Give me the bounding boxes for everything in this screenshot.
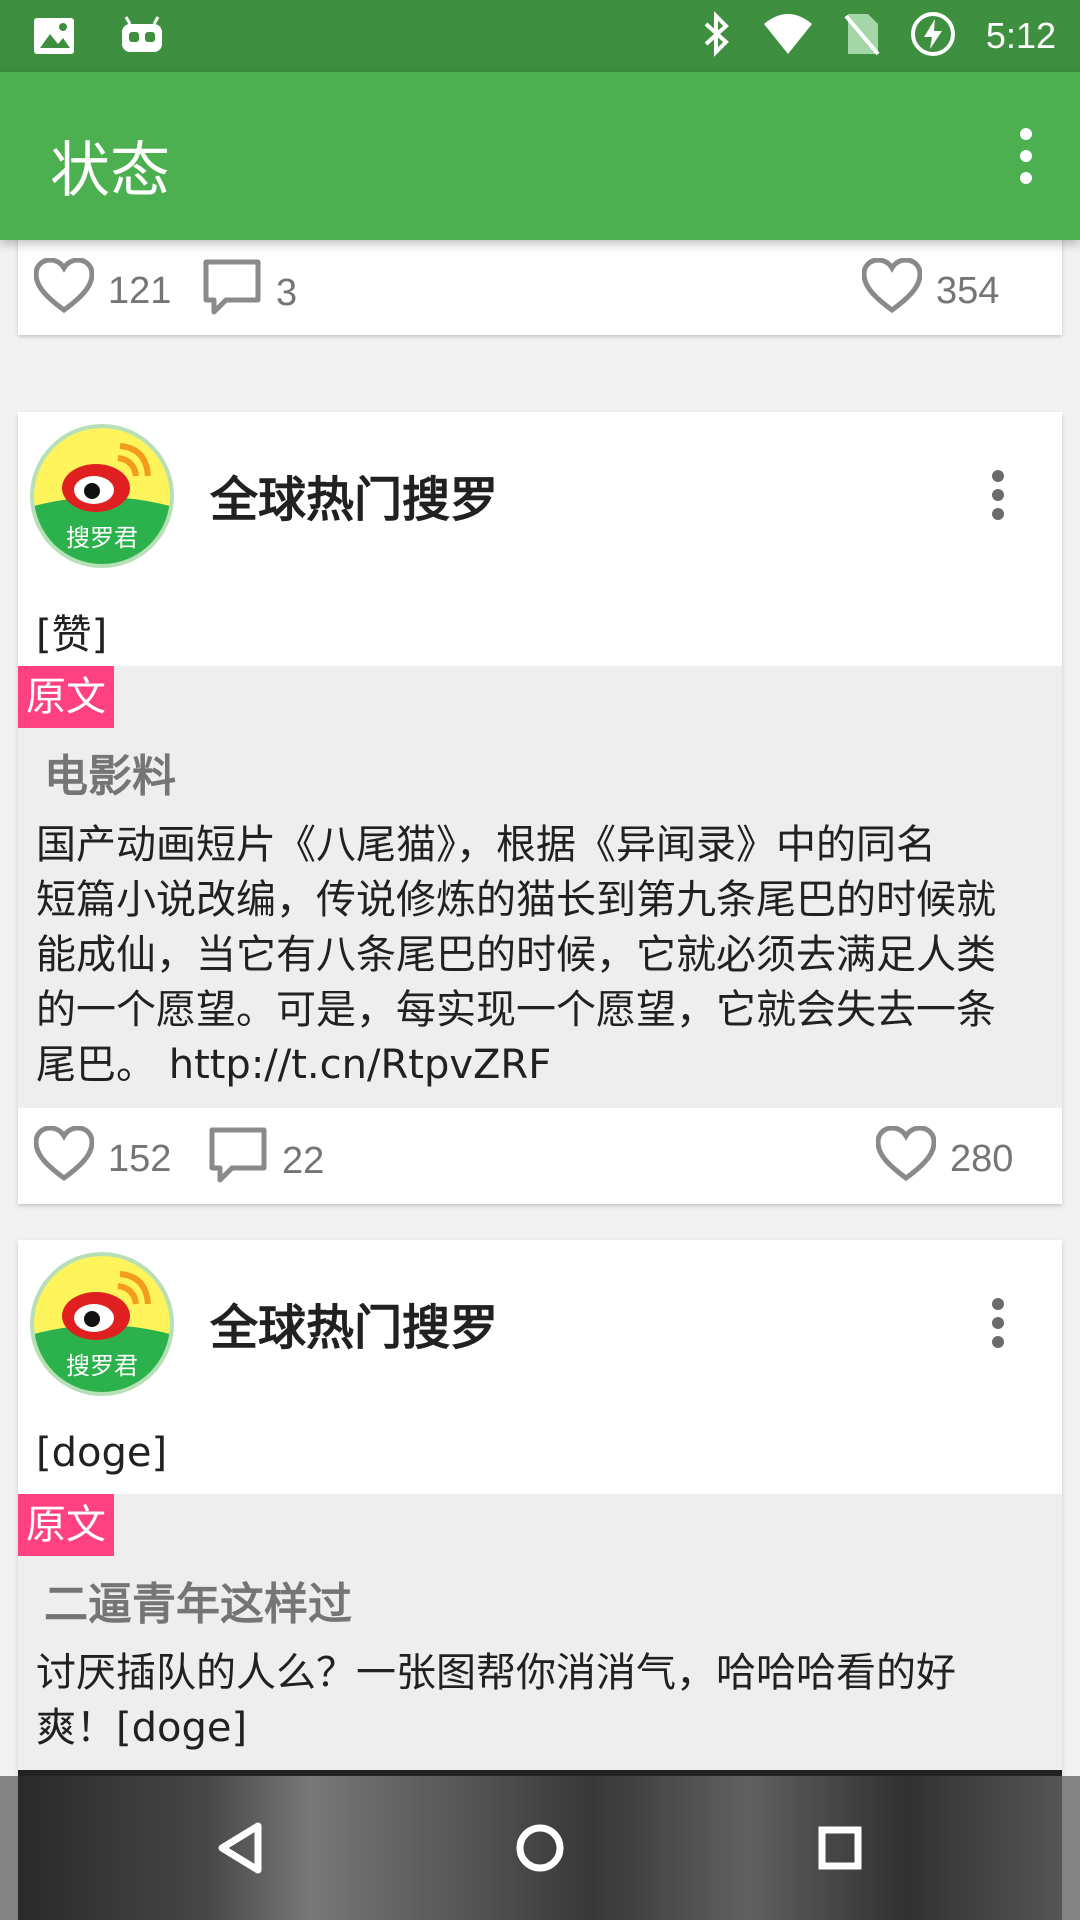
comment-icon <box>208 1126 268 1196</box>
post-text: [doge] <box>36 1430 168 1476</box>
more-vert-icon[interactable] <box>990 470 1006 520</box>
like-button[interactable]: 121 <box>33 257 172 324</box>
heart-icon <box>33 1125 95 1192</box>
quote-text: 讨厌插队的人么？一张图帮你消消气，哈哈哈看的好 爽！[doge] <box>36 1646 1046 1756</box>
avatar-label: 搜罗君 <box>66 1352 138 1380</box>
author-name[interactable]: 全球热门搜罗 <box>210 1288 498 1358</box>
home-icon[interactable] <box>504 1812 576 1884</box>
recents-icon[interactable] <box>804 1812 876 1884</box>
image-icon <box>32 14 76 62</box>
no-sim-icon <box>844 12 880 60</box>
original-badge: 原文 <box>18 1494 114 1556</box>
wifi-icon <box>762 12 814 60</box>
heart-icon <box>861 257 923 324</box>
status-feed[interactable]: 121 3 354 搜罗君 全球热门搜罗 [赞] 原文 电影料 国产动画短片《八… <box>0 240 1080 1776</box>
comment-count: 22 <box>282 1139 325 1182</box>
quote-line: 国产动画短片《八尾猫》，根据《异闻录》中的同名 <box>36 822 936 868</box>
bluetooth-icon <box>702 10 732 62</box>
quote-line: 能成仙，当它有八条尾巴的时候，它就必须去满足人类 <box>36 932 996 978</box>
comment-count: 3 <box>276 271 298 314</box>
more-vert-icon[interactable] <box>990 1298 1006 1348</box>
like-button[interactable]: 152 <box>33 1125 172 1192</box>
quote-author[interactable]: 电影料 <box>44 740 176 804</box>
quote-text: 国产动画短片《八尾猫》，根据《异闻录》中的同名 短篇小说改编，传说修炼的猫长到第… <box>36 818 1046 1093</box>
post-card[interactable]: 搜罗君 全球热门搜罗 [doge] 原文 二逼青年这样过 讨厌插队的人么？一张图… <box>18 1240 1062 1776</box>
quote-like-button[interactable]: 354 <box>861 257 1000 324</box>
original-badge: 原文 <box>18 666 114 728</box>
avatar[interactable]: 搜罗君 <box>30 424 174 568</box>
clock: 5:12 <box>985 15 1056 56</box>
heart-icon <box>875 1125 937 1192</box>
comment-icon <box>202 258 262 328</box>
avatar-label: 搜罗君 <box>66 524 138 552</box>
author-name[interactable]: 全球热门搜罗 <box>210 460 498 530</box>
comment-button[interactable]: 22 <box>208 1126 324 1196</box>
quote-like-count: 354 <box>936 269 1000 312</box>
post-header: 搜罗君 全球热门搜罗 <box>18 1240 1062 1410</box>
quote-line: 爽！[doge] <box>36 1705 248 1751</box>
heart-icon <box>33 257 95 324</box>
post-card[interactable]: 121 3 354 <box>18 240 1062 335</box>
quoted-post[interactable]: 原文 二逼青年这样过 讨厌插队的人么？一张图帮你消消气，哈哈哈看的好 爽！[do… <box>18 1494 1062 1776</box>
post-card[interactable]: 搜罗君 全球热门搜罗 [赞] 原文 电影料 国产动画短片《八尾猫》，根据《异闻录… <box>18 412 1062 1204</box>
post-header: 搜罗君 全球热门搜罗 <box>18 412 1062 582</box>
navigation-bar <box>0 1776 1080 1920</box>
post-text: [赞] <box>36 612 108 658</box>
post-actions: 152 22 280 <box>18 1108 1062 1204</box>
post-actions: 121 3 354 <box>18 240 1062 336</box>
comment-button[interactable]: 3 <box>202 258 297 328</box>
android-icon <box>120 14 164 62</box>
app-bar: 状态 <box>0 72 1080 240</box>
page-title: 状态 <box>50 136 170 206</box>
back-icon[interactable] <box>206 1812 278 1884</box>
status-bar: 5:12 <box>0 0 1080 72</box>
avatar[interactable]: 搜罗君 <box>30 1252 174 1396</box>
like-count: 121 <box>108 269 172 312</box>
like-count: 152 <box>108 1137 172 1180</box>
more-vert-icon[interactable] <box>1006 124 1046 188</box>
quoted-post[interactable]: 原文 电影料 国产动画短片《八尾猫》，根据《异闻录》中的同名 短篇小说改编，传说… <box>18 666 1062 1108</box>
battery-charging-icon <box>910 11 956 61</box>
quote-line: 的一个愿望。可是，每实现一个愿望，它就会失去一条 <box>36 987 996 1033</box>
quote-like-button[interactable]: 280 <box>875 1125 1014 1192</box>
quote-like-count: 280 <box>950 1137 1014 1180</box>
quote-line: 讨厌插队的人么？一张图帮你消消气，哈哈哈看的好 <box>36 1650 956 1696</box>
quote-author[interactable]: 二逼青年这样过 <box>44 1568 352 1632</box>
quote-line: 短篇小说改编，传说修炼的猫长到第九条尾巴的时候就 <box>36 877 996 923</box>
quote-line[interactable]: 尾巴。 http://t.cn/RtpvZRF <box>36 1038 1046 1093</box>
